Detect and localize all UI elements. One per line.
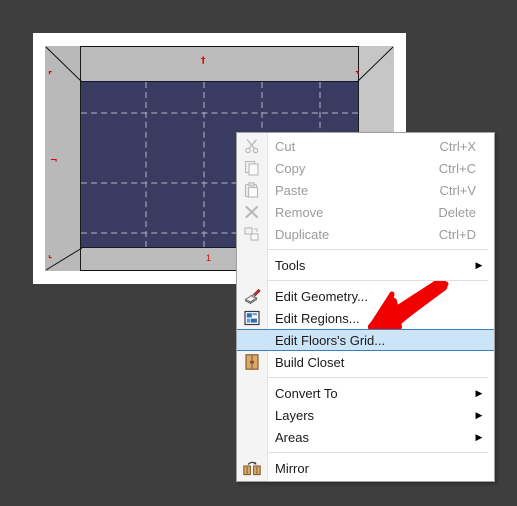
menu-item-label: Copy — [275, 160, 306, 176]
submenu-chevron-right-icon: ▶ — [475, 431, 483, 442]
menu-item-label: Layers — [275, 407, 315, 423]
menu-item-label: Edit Regions... — [275, 310, 360, 326]
menu-item-icon-slot — [237, 254, 267, 276]
menu-separator — [267, 452, 488, 453]
eraser-icon — [237, 285, 267, 307]
menu-item-convert-to[interactable]: Convert To ▶ — [237, 382, 494, 404]
menu-item-label: Cut — [275, 138, 296, 154]
menu-item-layers[interactable]: Layers ▶ — [237, 404, 494, 426]
menu-item-label: Paste — [275, 182, 309, 198]
menu-item-shortcut: Ctrl+C — [438, 160, 476, 176]
menu-item-label: Duplicate — [275, 226, 330, 242]
menu-item-label: Edit Geometry... — [275, 288, 368, 304]
grid-line-vertical — [203, 82, 205, 247]
menu-item-shortcut: Ctrl+X — [439, 138, 476, 154]
menu-item-mirror[interactable]: Mirror — [237, 457, 494, 479]
vertex-marker-icon: † — [201, 56, 206, 66]
menu-item-copy: Copy Ctrl+C — [237, 157, 494, 179]
menu-item-shortcut: Ctrl+D — [438, 226, 476, 242]
vertex-marker-icon: ¬ — [50, 156, 58, 166]
menu-item-edit-geometry[interactable]: Edit Geometry... — [237, 285, 494, 307]
grid-line-horizontal — [81, 112, 358, 114]
submenu-chevron-right-icon: ▶ — [475, 387, 483, 398]
menu-item-build-closet[interactable]: Build Closet — [237, 351, 494, 373]
menu-item-label: Edit Floors's Grid... — [275, 332, 386, 348]
menu-item-label: Tools — [275, 257, 306, 273]
menu-item-label: Mirror — [275, 460, 309, 476]
copy-icon — [237, 157, 267, 179]
menu-item-areas[interactable]: Areas ▶ — [237, 426, 494, 448]
menu-separator — [267, 280, 488, 281]
menu-item-shortcut: Ctrl+V — [439, 182, 476, 198]
menu-item-label: Remove — [275, 204, 324, 220]
edge-length-label: 1 — [206, 253, 212, 263]
object-context-menu[interactable]: Cut Ctrl+X Copy Ctrl+C Paste Ctrl+V Remove D… — [236, 132, 495, 482]
menu-item-icon-slot — [237, 404, 267, 426]
menu-item-icon-slot — [237, 382, 267, 404]
menu-item-icon-slot — [237, 329, 267, 351]
menu-item-label: Areas — [275, 429, 309, 445]
menu-separator — [267, 377, 488, 378]
vertex-marker-icon: ⌝ — [355, 71, 360, 81]
closet-icon — [237, 351, 267, 373]
menu-item-cut: Cut Ctrl+X — [237, 135, 494, 157]
duplicate-icon — [237, 223, 267, 245]
mirror-icon — [237, 457, 267, 479]
submenu-chevron-right-icon: ▶ — [475, 409, 483, 420]
vertex-marker-icon: ⌞ — [48, 250, 53, 260]
menu-item-paste: Paste Ctrl+V — [237, 179, 494, 201]
menu-item-edit-regions[interactable]: Edit Regions... — [237, 307, 494, 329]
menu-item-edit-floors-s-grid[interactable]: Edit Floors's Grid... — [237, 329, 494, 351]
menu-item-label: Convert To — [275, 385, 338, 401]
regions-icon — [237, 307, 267, 329]
grid-line-vertical — [145, 82, 147, 247]
menu-item-label: Build Closet — [275, 354, 345, 370]
menu-item-remove: Remove Delete — [237, 201, 494, 223]
menu-separator — [267, 249, 488, 250]
menu-item-icon-slot — [237, 426, 267, 448]
paste-icon — [237, 179, 267, 201]
menu-item-shortcut: Delete — [438, 204, 476, 220]
menu-item-tools[interactable]: Tools ▶ — [237, 254, 494, 276]
vertex-marker-icon: ⌜ — [48, 71, 53, 81]
scissors-icon — [237, 135, 267, 157]
menu-item-duplicate: Duplicate Ctrl+D — [237, 223, 494, 245]
cross-icon — [237, 201, 267, 223]
submenu-chevron-right-icon: ▶ — [475, 259, 483, 270]
